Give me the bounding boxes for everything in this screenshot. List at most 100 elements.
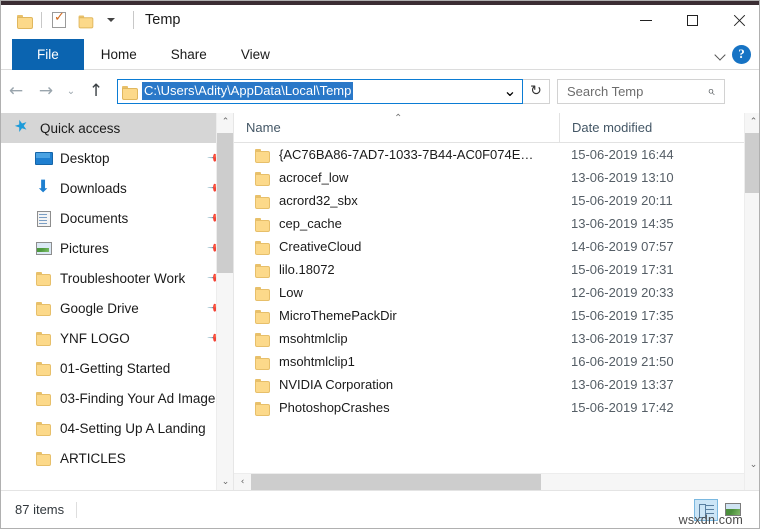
folder-icon [254,285,270,301]
table-row[interactable]: cep_cache13-06-2019 14:35 [234,212,760,235]
sidebar-item-downloads[interactable]: Downloads📌 [1,173,233,203]
column-header-row: Name Date modified ⌃ [234,113,760,143]
folder-icon [35,420,51,436]
sidebar-item-troubleshooter-work[interactable]: Troubleshooter Work📌 [1,263,233,293]
file-name-cell: lilo.18072 [234,262,559,278]
search-input[interactable]: Search Temp [567,84,643,99]
table-row[interactable]: NVIDIA Corporation13-06-2019 13:37 [234,373,760,396]
pictures-icon [35,240,51,256]
sidebar-item-label: Desktop [60,151,110,166]
sidebar-list: Quick accessDesktop📌Downloads📌Documents📌… [1,113,233,473]
horizontal-scrollbar[interactable]: ‹ › [234,473,760,490]
folder-icon[interactable] [11,7,37,33]
back-button[interactable]: ← [1,77,31,105]
sidebar-item-pictures[interactable]: Pictures📌 [1,233,233,263]
tab-view[interactable]: View [224,39,287,70]
sidebar-item-03-finding-your-ad-image[interactable]: 03-Finding Your Ad Image [1,383,233,413]
file-name-label: cep_cache [279,216,342,231]
sidebar-scroll-up-arrow-icon[interactable]: ⌃ [217,113,234,130]
folder-icon [254,377,270,393]
file-date-cell: 15-06-2019 17:35 [559,308,719,323]
folder-icon [35,360,51,376]
file-name-label: msohtmlclip1 [279,354,355,369]
table-row[interactable]: acrord32_sbx15-06-2019 20:11 [234,189,760,212]
sidebar-item-label: Documents [60,211,128,226]
details-view-button[interactable] [694,499,718,521]
refresh-button[interactable]: ↻ [523,79,550,104]
tab-home[interactable]: Home [84,39,154,70]
sidebar-item-quick-access[interactable]: Quick access [1,113,233,143]
file-name-cell: acrocef_low [234,170,559,186]
filelist-scroll-thumb[interactable] [745,133,760,193]
address-input[interactable]: C:\Users\Adity\AppData\Local\Temp [142,82,353,100]
sidebar-item-google-drive[interactable]: Google Drive📌 [1,293,233,323]
sidebar-item-ynf-logo[interactable]: YNF LOGO📌 [1,323,233,353]
minimize-button[interactable] [623,1,669,39]
table-row[interactable]: {AC76BA86-7AD7-1033-7B44-AC0F074E…15-06-… [234,143,760,166]
column-header-date-modified[interactable]: Date modified [559,113,719,143]
file-name-label: CreativeCloud [279,239,361,254]
search-icon[interactable]: ⌕ [702,84,720,99]
address-bar[interactable]: C:\Users\Adity\AppData\Local\Temp ⌄ [117,79,523,104]
file-name-label: msohtmlclip [279,331,348,346]
table-row[interactable]: CreativeCloud14-06-2019 07:57 [234,235,760,258]
sidebar-item-01-getting-started[interactable]: 01-Getting Started [1,353,233,383]
navigation-bar: ← → ⌄ ↑ C:\Users\Adity\AppData\Local\Tem… [1,71,760,111]
search-box[interactable]: Search Temp ⌕ [557,79,725,104]
up-button[interactable]: ↑ [81,77,111,105]
sidebar-scroll-thumb[interactable] [217,133,234,273]
thumbnail-view-button[interactable] [721,499,745,521]
customize-qat-caret-icon[interactable] [98,7,124,33]
sidebar-scrollbar[interactable]: ⌃ ⌄ [216,113,233,490]
new-folder-icon[interactable] [72,7,98,33]
table-row[interactable]: msohtmlclip13-06-2019 17:37 [234,327,760,350]
table-row[interactable]: PhotoshopCrashes15-06-2019 17:42 [234,396,760,419]
table-row[interactable]: acrocef_low13-06-2019 13:10 [234,166,760,189]
table-row[interactable]: MicroThemePackDir15-06-2019 17:35 [234,304,760,327]
file-list-scrollbar[interactable]: ⌃ ⌄ [744,113,760,490]
folder-icon [254,170,270,186]
expand-ribbon-chevron-down-icon[interactable] [715,49,726,60]
window-controls [623,1,760,39]
sort-ascending-indicator-icon: ⌃ [394,113,402,124]
hscroll-thumb[interactable] [251,474,541,491]
table-row[interactable]: lilo.1807215-06-2019 17:31 [234,258,760,281]
sidebar-item-documents[interactable]: Documents📌 [1,203,233,233]
toolbar-divider [41,12,42,28]
sidebar-item-label: 03-Finding Your Ad Image [60,391,215,406]
file-name-cell: MicroThemePackDir [234,308,559,324]
help-icon[interactable]: ? [732,45,751,64]
sidebar-item-desktop[interactable]: Desktop📌 [1,143,233,173]
close-button[interactable] [715,1,760,39]
maximize-button[interactable] [669,1,715,39]
file-name-label: PhotoshopCrashes [279,400,390,415]
sidebar-scroll-down-arrow-icon[interactable]: ⌄ [217,473,234,490]
file-date-cell: 15-06-2019 17:31 [559,262,719,277]
filelist-scroll-down-arrow-icon[interactable]: ⌄ [745,456,760,473]
ribbon-tab-bar: File Home Share View ? [1,39,760,70]
sidebar-item-label: YNF LOGO [60,331,130,346]
tab-share[interactable]: Share [154,39,224,70]
hscroll-left-arrow-icon[interactable]: ‹ [234,474,251,491]
file-name-label: {AC76BA86-7AD7-1033-7B44-AC0F074E… [279,147,533,162]
folder-icon [35,270,51,286]
sidebar-item-label: Pictures [60,241,109,256]
file-name-cell: {AC76BA86-7AD7-1033-7B44-AC0F074E… [234,147,559,163]
sidebar-item-04-setting-up-a-landing[interactable]: 04-Setting Up A Landing [1,413,233,443]
tab-file[interactable]: File [12,39,84,70]
file-name-cell: msohtmlclip1 [234,354,559,370]
sidebar-item-label: Downloads [60,181,127,196]
table-row[interactable]: msohtmlclip116-06-2019 21:50 [234,350,760,373]
forward-button[interactable]: → [31,77,61,105]
downloads-icon [35,180,51,196]
sidebar-item-articles[interactable]: ARTICLES [1,443,233,473]
filelist-scroll-up-arrow-icon[interactable]: ⌃ [745,113,760,130]
recent-locations-chevron-down-icon[interactable]: ⌄ [61,77,81,105]
folder-icon [35,300,51,316]
table-row[interactable]: Low12-06-2019 20:33 [234,281,760,304]
address-folder-icon [122,85,137,98]
properties-icon[interactable] [46,7,72,33]
documents-icon [35,210,51,226]
sidebar-item-label: 04-Setting Up A Landing [60,421,206,436]
address-dropdown-chevron-down-icon[interactable]: ⌄ [500,80,520,103]
